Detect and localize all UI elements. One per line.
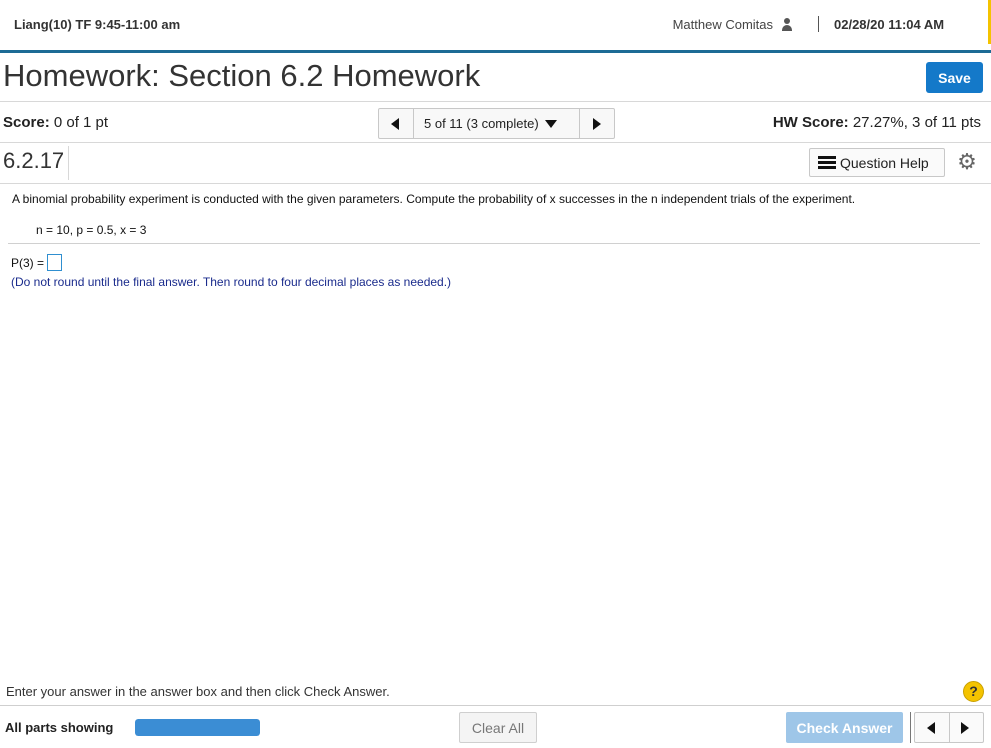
question-help-label: Question Help (840, 154, 929, 171)
divider (68, 146, 69, 180)
parts-progress-bar (135, 719, 260, 736)
question-parameters: n = 10, p = 0.5, x = 3 (36, 223, 147, 237)
divider (0, 101, 991, 102)
next-icon (593, 118, 601, 130)
list-icon (818, 156, 836, 169)
answer-row: P(3) = (11, 254, 63, 271)
footer-next-button[interactable] (949, 713, 983, 742)
answer-prompt: Enter your answer in the answer box and … (6, 684, 390, 699)
question-help-button[interactable]: Question Help (809, 148, 945, 177)
question-text: A binomial probability experiment is con… (12, 192, 856, 206)
divider (0, 183, 991, 184)
help-icon[interactable]: ? (963, 681, 984, 702)
user-name[interactable]: Matthew Comitas (673, 17, 773, 32)
page-title: Homework: Section 6.2 Homework (3, 58, 481, 93)
prev-icon (391, 118, 399, 130)
top-bar: Liang(10) TF 9:45-11:00 am Matthew Comit… (0, 0, 991, 50)
previous-question-button[interactable] (379, 109, 414, 138)
hw-score-value: 27.27%, 3 of 11 pts (852, 114, 981, 131)
divider (8, 243, 980, 244)
user-icon[interactable] (781, 18, 793, 31)
parts-progress-fill (135, 719, 260, 736)
score-value: 0 of 1 pt (53, 114, 109, 131)
footer-previous-button[interactable] (915, 713, 950, 742)
gear-icon[interactable]: ⚙ (956, 151, 978, 173)
divider (0, 705, 991, 706)
score-label: Score: (3, 114, 50, 131)
next-icon (961, 722, 969, 734)
question-navigator: 5 of 11 (3 complete) (378, 108, 615, 139)
score-display: Score: 0 of 1 pt (3, 114, 108, 131)
user-info[interactable]: Matthew Comitas (673, 17, 793, 32)
prev-icon (927, 722, 935, 734)
question-position-label: 5 of 11 (3 complete) (424, 116, 539, 131)
question-number: 6.2.17 (3, 148, 65, 173)
answer-input[interactable] (47, 254, 63, 271)
header-divider (818, 16, 819, 32)
divider (910, 712, 911, 743)
header-rule (0, 50, 991, 53)
current-datetime: 02/28/20 11:04 AM (834, 17, 945, 32)
clear-all-button[interactable]: Clear All (459, 712, 537, 743)
hw-score-label: HW Score: (772, 114, 849, 131)
rounding-instructions: (Do not round until the final answer. Th… (11, 275, 452, 289)
divider (0, 142, 991, 143)
answer-prefix: P(3) = (11, 255, 45, 270)
hw-score-display: HW Score: 27.27%, 3 of 11 pts (773, 114, 981, 131)
dropdown-icon (544, 119, 557, 128)
course-name: Liang(10) TF 9:45-11:00 am (14, 17, 181, 32)
check-answer-button[interactable]: Check Answer (786, 712, 903, 743)
save-button[interactable]: Save (926, 62, 983, 93)
next-question-button[interactable] (579, 109, 614, 138)
question-position-dropdown[interactable]: 5 of 11 (3 complete) (424, 116, 557, 131)
footer-navigator (914, 712, 984, 743)
parts-label: All parts showing (5, 720, 114, 735)
